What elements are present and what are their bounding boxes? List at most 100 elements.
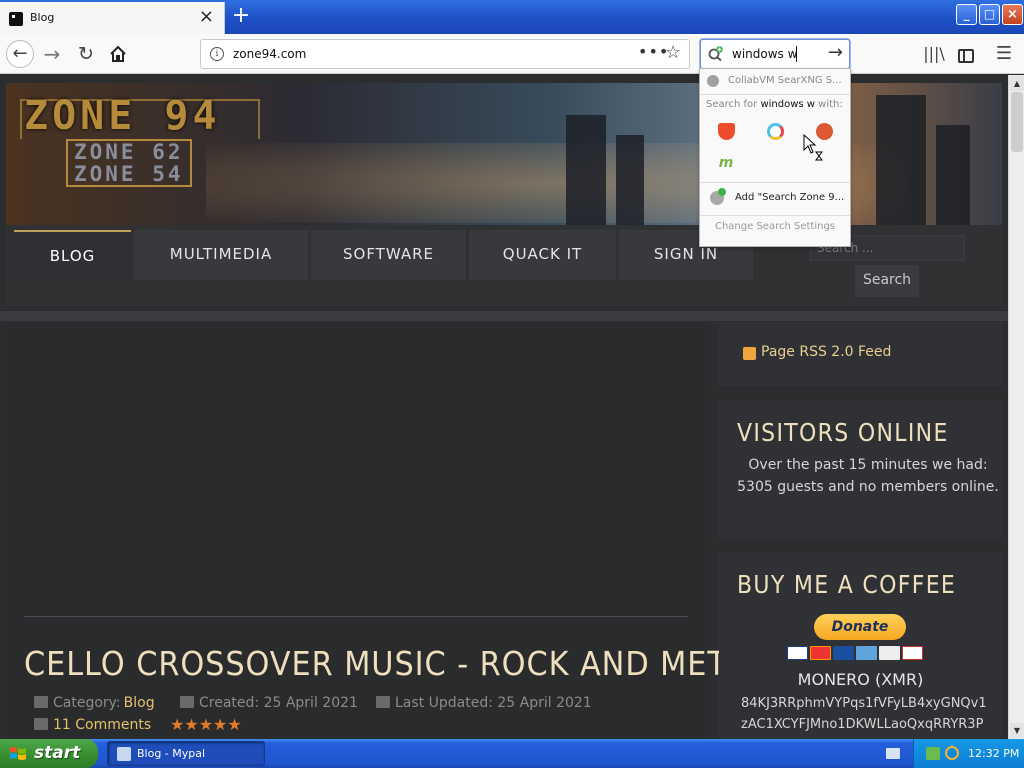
search-for-query: windows w [760,99,815,110]
site-info-icon[interactable]: i [210,47,224,61]
rss-icon [743,347,756,360]
tab-blog[interactable]: Blog × [0,2,225,34]
search-for-label: Search for windows w with: [706,99,843,110]
page-scrollbar[interactable]: ▲ ▼ [1008,75,1024,739]
add-search-engine-item[interactable]: Add "Search Zone 9... [700,185,850,211]
banner-building [566,115,606,225]
nav-item-multimedia[interactable]: MULTIMEDIA [134,230,308,280]
start-button[interactable]: start [0,739,98,768]
article-divider [24,616,688,617]
rating-stars[interactable]: ★★★★★ [170,715,242,734]
banner-building [936,125,970,225]
reload-button[interactable]: ↻ [72,40,100,68]
scroll-up-icon[interactable]: ▲ [1010,76,1024,91]
banner-building [876,95,926,225]
mouse-cursor-icon [803,134,823,161]
search-go-icon[interactable]: → [828,42,843,63]
search-input[interactable]: windows w [732,47,797,61]
banner-building [616,135,644,225]
home-button[interactable] [104,40,132,68]
network-icon[interactable] [926,747,940,760]
divider [700,182,850,183]
scroll-down-icon[interactable]: ▼ [1010,723,1024,738]
engine-brave-button[interactable] [702,117,750,147]
search-suggestions-popup: CollabVM SearXNG S... Search for windows… [699,68,851,247]
nav-item-software[interactable]: SOFTWARE [311,230,466,280]
engine-qwant-button[interactable] [751,117,799,147]
globe-icon [707,75,719,87]
web-page: ZONE 94 ZONE 62 ZONE 54 BLOG MULTIMEDIA … [0,75,1008,739]
site-logo-sub: ZONE 62 ZONE 54 [66,139,192,187]
windows-flag-icon [10,747,26,760]
amex-card-icon [856,646,877,660]
article-title[interactable]: CELLO CROSSOVER MUSIC - ROCK AND METAL [24,644,764,683]
visa-card-icon [787,646,808,660]
search-for-suffix: with: [814,99,843,110]
rss-widget: Page RSS 2.0 Feed [719,322,1002,386]
mojeek-icon: m [718,155,734,171]
maestro-card-icon [833,646,854,660]
minimize-button[interactable]: _ [956,4,977,25]
visitors-title: VISITORS ONLINE [737,418,949,447]
menu-button[interactable]: ☰ [990,40,1018,68]
monero-title: MONERO (XMR) [797,670,924,689]
forward-button[interactable]: → [38,40,66,68]
site-banner: ZONE 94 ZONE 62 ZONE 54 [6,83,1002,225]
suggestion-text: CollabVM SearXNG S... [728,75,842,86]
add-engine-icon [710,188,726,205]
comments-link[interactable]: 11 Comments [53,717,151,733]
tab-title: Blog [30,11,55,24]
mastercard-icon [810,646,831,660]
visitors-widget: VISITORS ONLINE Over the past 15 minutes… [719,400,1002,539]
created-date: Created: 25 April 2021 [199,695,358,711]
browser-icon [117,747,131,761]
divider [700,215,850,216]
nav-item-quack-it[interactable]: QUACK IT [469,230,616,280]
new-tab-button[interactable]: + [231,4,251,28]
search-bar[interactable]: windows w → [700,39,850,69]
maximize-button[interactable]: □ [979,4,1000,25]
meta-created: Created: 25 April 2021 [180,695,358,711]
search-suggestion[interactable]: CollabVM SearXNG S... [700,69,850,93]
calendar-icon [376,696,390,708]
engine-mojeek-button[interactable]: m [702,149,750,179]
search-engine-icon [708,46,723,61]
sidebar-toggle-button[interactable] [952,40,980,68]
meta-comments: 11 Comments [34,717,151,733]
url-bar[interactable]: i zone94.com ••• ☆ [200,39,690,69]
site-favicon-icon [9,12,23,26]
donate-button[interactable]: Donate [814,614,906,640]
site-logo[interactable]: ZONE 94 [24,93,221,139]
system-tray: 12:32 PM [913,739,1024,768]
discover-card-icon [879,646,900,660]
brave-icon [717,123,735,140]
scroll-thumb[interactable] [1011,92,1023,152]
home-icon [110,45,126,62]
keyboard-icon[interactable] [886,748,900,759]
taskbar-window-blog[interactable]: Blog - Mypal [107,741,265,766]
back-button[interactable]: ← [6,40,34,68]
start-label: start [34,743,81,763]
taskbar-window-title: Blog - Mypal [137,747,206,760]
rss-link[interactable]: Page RSS 2.0 Feed [761,344,891,360]
article: CELLO CROSSOVER MUSIC - ROCK AND METAL C… [6,322,763,739]
add-engine-text: Add "Search Zone 9... [735,192,845,203]
site-search-button[interactable]: Search [855,265,919,297]
change-search-settings-button[interactable]: Change Search Settings [700,221,850,232]
search-tray-icon[interactable] [945,746,959,760]
url-text[interactable]: zone94.com [233,47,306,61]
folder-icon [34,696,48,708]
bank-card-icon [902,646,923,660]
library-button[interactable]: |||\ [920,40,948,68]
logo-sub-line: ZONE 62 [74,140,184,164]
category-link[interactable]: Blog [124,695,155,711]
close-window-button[interactable]: × [1002,4,1023,25]
clock[interactable]: 12:32 PM [968,747,1019,760]
tab-close-icon[interactable]: × [199,8,214,26]
calendar-icon [180,696,194,708]
nav-item-blog[interactable]: BLOG [14,230,131,280]
divider [0,311,1008,321]
logo-sub-line: ZONE 54 [74,162,184,186]
bookmark-star-icon[interactable]: ☆ [665,42,681,63]
taskbar: start Blog - Mypal 12:32 PM [0,739,1024,768]
